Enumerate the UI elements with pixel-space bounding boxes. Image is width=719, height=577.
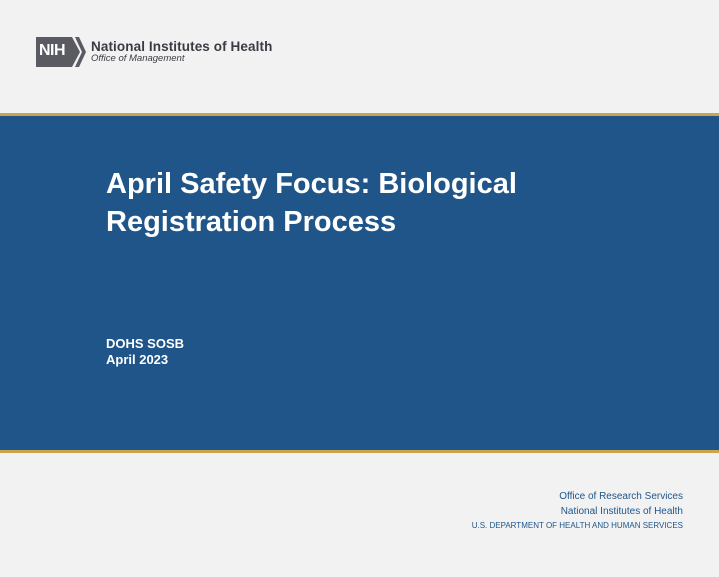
slide-title: April Safety Focus: Biological Registrat…: [106, 165, 626, 241]
footer-department: U.S. DEPARTMENT OF HEALTH AND HUMAN SERV…: [471, 521, 683, 530]
presenter-name: DOHS SOSB: [106, 336, 185, 351]
logo-title: National Institutes of Health: [91, 38, 273, 54]
title-banner: April Safety Focus: Biological Registrat…: [0, 116, 719, 450]
nih-logo-mark-text: NIH: [39, 42, 66, 59]
nih-logo: NIH National Institutes of Health Office…: [36, 37, 272, 67]
logo-subtitle: Office of Management: [91, 53, 185, 65]
slide-title-line-2: Registration Process: [106, 206, 397, 238]
footer-institute: National Institutes of Health: [560, 506, 683, 517]
footer-office: Office of Research Services: [559, 491, 683, 502]
presentation-date: April 2023: [106, 352, 169, 367]
slide-header: NIH National Institutes of Health Office…: [0, 0, 719, 113]
presenter-block: DOHS SOSB April 2023: [106, 336, 184, 368]
nih-logo-mark: NIH: [36, 37, 86, 67]
footer-affiliation: Office of Research Services National Ins…: [472, 489, 683, 532]
bottom-gold-divider: [0, 450, 719, 453]
logo-text: National Institutes of Health Office of …: [91, 38, 273, 65]
slide-title-line-1: April Safety Focus: Biological: [106, 168, 517, 200]
